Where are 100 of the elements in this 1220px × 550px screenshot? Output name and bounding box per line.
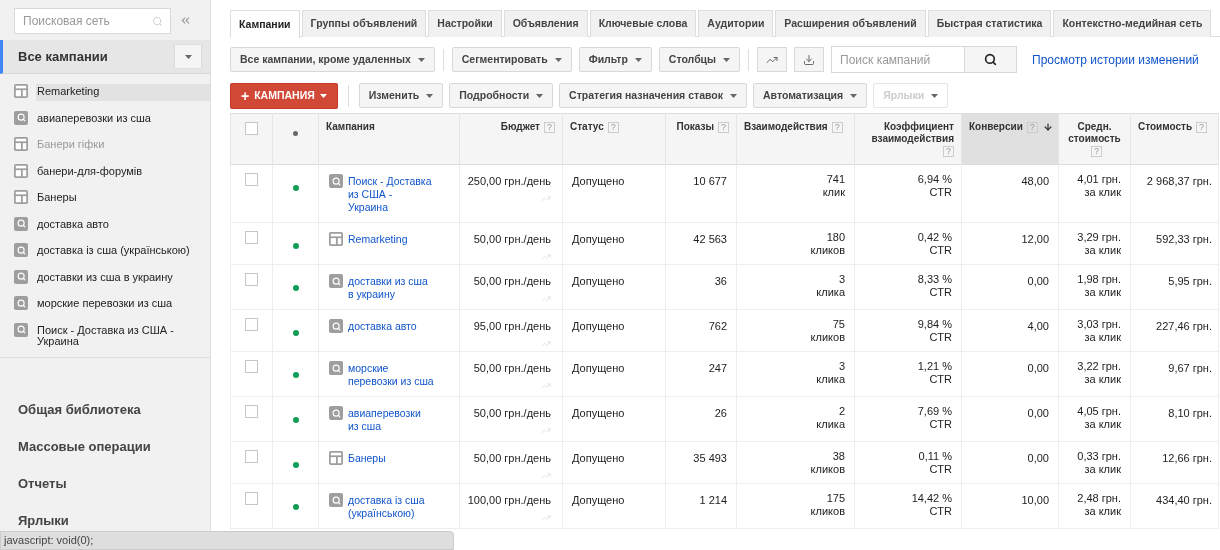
search-icon (152, 15, 163, 27)
rate-unit: CTR (928, 331, 952, 344)
campaign-item[interactable]: морские перевозки из сша (36, 296, 210, 313)
toolbar-button[interactable]: Стратегия назначения ставок (559, 83, 747, 108)
row-checkbox[interactable] (245, 318, 258, 331)
nav-link[interactable]: Общая библиотека (18, 399, 210, 416)
search-icon (14, 243, 28, 257)
campaign-link[interactable]: доставка авто (348, 320, 434, 333)
campaign-link[interactable]: морские перевозки из сша (348, 362, 434, 388)
row-checkbox[interactable] (245, 273, 258, 286)
campaign-link[interactable]: Банеры (348, 452, 434, 465)
rate-value: 8,33 % (916, 273, 952, 286)
sort-down-icon (1042, 122, 1053, 133)
search-icon (14, 296, 28, 310)
search-icon (329, 274, 343, 288)
history-link[interactable]: Просмотр истории изменений (1032, 50, 1199, 69)
collapse-icon[interactable] (179, 14, 192, 27)
caret-icon (417, 57, 425, 62)
status-text: Допущено (572, 362, 625, 374)
avg-cost-value: 0,33 грн. (1076, 450, 1121, 463)
add-campaign-button[interactable]: + КАМПАНИЯ (230, 82, 338, 109)
interactions-value: 175 (825, 492, 845, 505)
search-icon (14, 269, 28, 284)
row-checkbox[interactable] (245, 492, 258, 505)
budget-value: 50,00 грн./день (472, 451, 551, 466)
row-checkbox[interactable] (245, 405, 258, 418)
download-button[interactable] (794, 47, 825, 72)
tab[interactable]: Быстрая статистика (927, 10, 1052, 37)
column-header[interactable]: Стоимость ? (1130, 113, 1219, 165)
search-button[interactable] (965, 46, 1018, 73)
dropdown-button[interactable] (174, 44, 202, 69)
cost-value: 5,95 грн. (1168, 275, 1212, 287)
campaign-item[interactable]: Поиск - Доставка из США - Украина (36, 322, 210, 351)
link-status-tooltip: javascript: void(0); (0, 531, 454, 550)
campaign-item[interactable]: доставка із сша (українською) (36, 243, 210, 260)
search-icon (329, 174, 343, 188)
caret-icon (723, 57, 731, 62)
toolbar-button[interactable]: Подробности (449, 83, 554, 108)
column-header[interactable]: Статус ? (562, 113, 666, 165)
conversions-value: 0,00 (1027, 407, 1049, 419)
status-text: Допущено (572, 320, 625, 332)
chart-icon (541, 425, 551, 436)
budget-value: 50,00 грн./день (472, 274, 551, 289)
campaign-search-field[interactable]: Поиск кампаний (831, 46, 966, 73)
campaign-link[interactable]: Поиск - Доставка из США - Украина (348, 175, 434, 214)
toolbar-button[interactable]: Столбцы (658, 47, 741, 72)
nav-link[interactable]: Отчеты (18, 473, 210, 490)
tab[interactable]: Группы объявлений (301, 10, 427, 37)
cost-value: 2 968,37 грн. (1146, 175, 1212, 187)
tab[interactable]: Аудитории (698, 10, 774, 37)
campaign-item[interactable]: Банеры (36, 190, 210, 207)
status-text: Допущено (572, 494, 625, 506)
tab[interactable]: Кампании (230, 10, 300, 38)
campaign-item[interactable]: банери-для-форумів (36, 163, 210, 181)
row-checkbox[interactable] (245, 231, 258, 244)
all-campaigns-header[interactable]: Все кампании (0, 40, 210, 74)
search-field[interactable]: Поисковая сеть (14, 7, 171, 34)
tab[interactable]: Расширения объявлений (775, 10, 926, 37)
interactions-unit: кликов (809, 463, 845, 476)
conversions-value: 4,00 (1027, 320, 1049, 332)
campaign-item[interactable]: Remarketing (36, 84, 210, 101)
campaign-link[interactable]: доставка із сша (українською) (348, 494, 434, 520)
column-header[interactable]: Взаимодействия ? (736, 113, 855, 165)
tab[interactable]: Ключевые слова (589, 10, 697, 37)
tab[interactable]: Объявления (503, 10, 588, 37)
avg-cost-value: 3,22 грн. (1076, 360, 1121, 373)
row-checkbox[interactable] (245, 450, 258, 463)
tab[interactable]: Контекстно-медийная сеть (1053, 10, 1212, 37)
caret-icon (426, 93, 434, 98)
caret-icon (850, 93, 858, 98)
select-all-checkbox[interactable] (245, 122, 258, 135)
toolbar-button[interactable]: Фильтр (578, 47, 652, 72)
toolbar-button[interactable]: Автоматизация (753, 83, 868, 108)
column-header[interactable]: Средн. стоимость ? (1058, 113, 1131, 165)
campaign-link[interactable]: авиаперевозки из сша (348, 407, 434, 433)
row-checkbox[interactable] (245, 360, 258, 373)
tab[interactable]: Настройки (428, 10, 502, 37)
rate-value: 7,69 % (916, 405, 952, 418)
campaign-item[interactable]: авиаперевозки из сша (36, 110, 210, 128)
avg-cost-unit: за клик (1083, 186, 1121, 199)
column-header[interactable]: Коэффициент взаимодействия ? (854, 113, 962, 165)
toolbar-button[interactable]: Сегментировать (451, 47, 572, 72)
interactions-unit: клика (815, 418, 845, 431)
nav-link[interactable]: Массовые операции (18, 436, 210, 453)
row-checkbox[interactable] (245, 173, 258, 186)
interactions-value: 38 (831, 450, 845, 463)
column-header[interactable]: Кампания (318, 113, 460, 165)
view-dropdown[interactable]: Все кампании, кроме удаленных (230, 47, 435, 72)
campaign-item[interactable]: доставка авто (36, 216, 210, 234)
chart-button[interactable] (757, 47, 788, 72)
campaign-link[interactable]: доставки из сша в украину (348, 275, 434, 301)
caret-icon (730, 93, 737, 98)
campaign-link[interactable]: Remarketing (348, 233, 434, 246)
nav-link[interactable]: Ярлыки (18, 510, 210, 527)
column-header[interactable]: Показы ? (665, 113, 737, 165)
column-header[interactable]: Конверсии ? (961, 113, 1059, 165)
column-header[interactable]: Бюджет ? (459, 113, 563, 165)
toolbar-button[interactable]: Изменить (358, 83, 444, 108)
campaign-item[interactable]: доставки из сша в украину (36, 269, 210, 287)
rate-value: 6,94 % (916, 173, 952, 186)
